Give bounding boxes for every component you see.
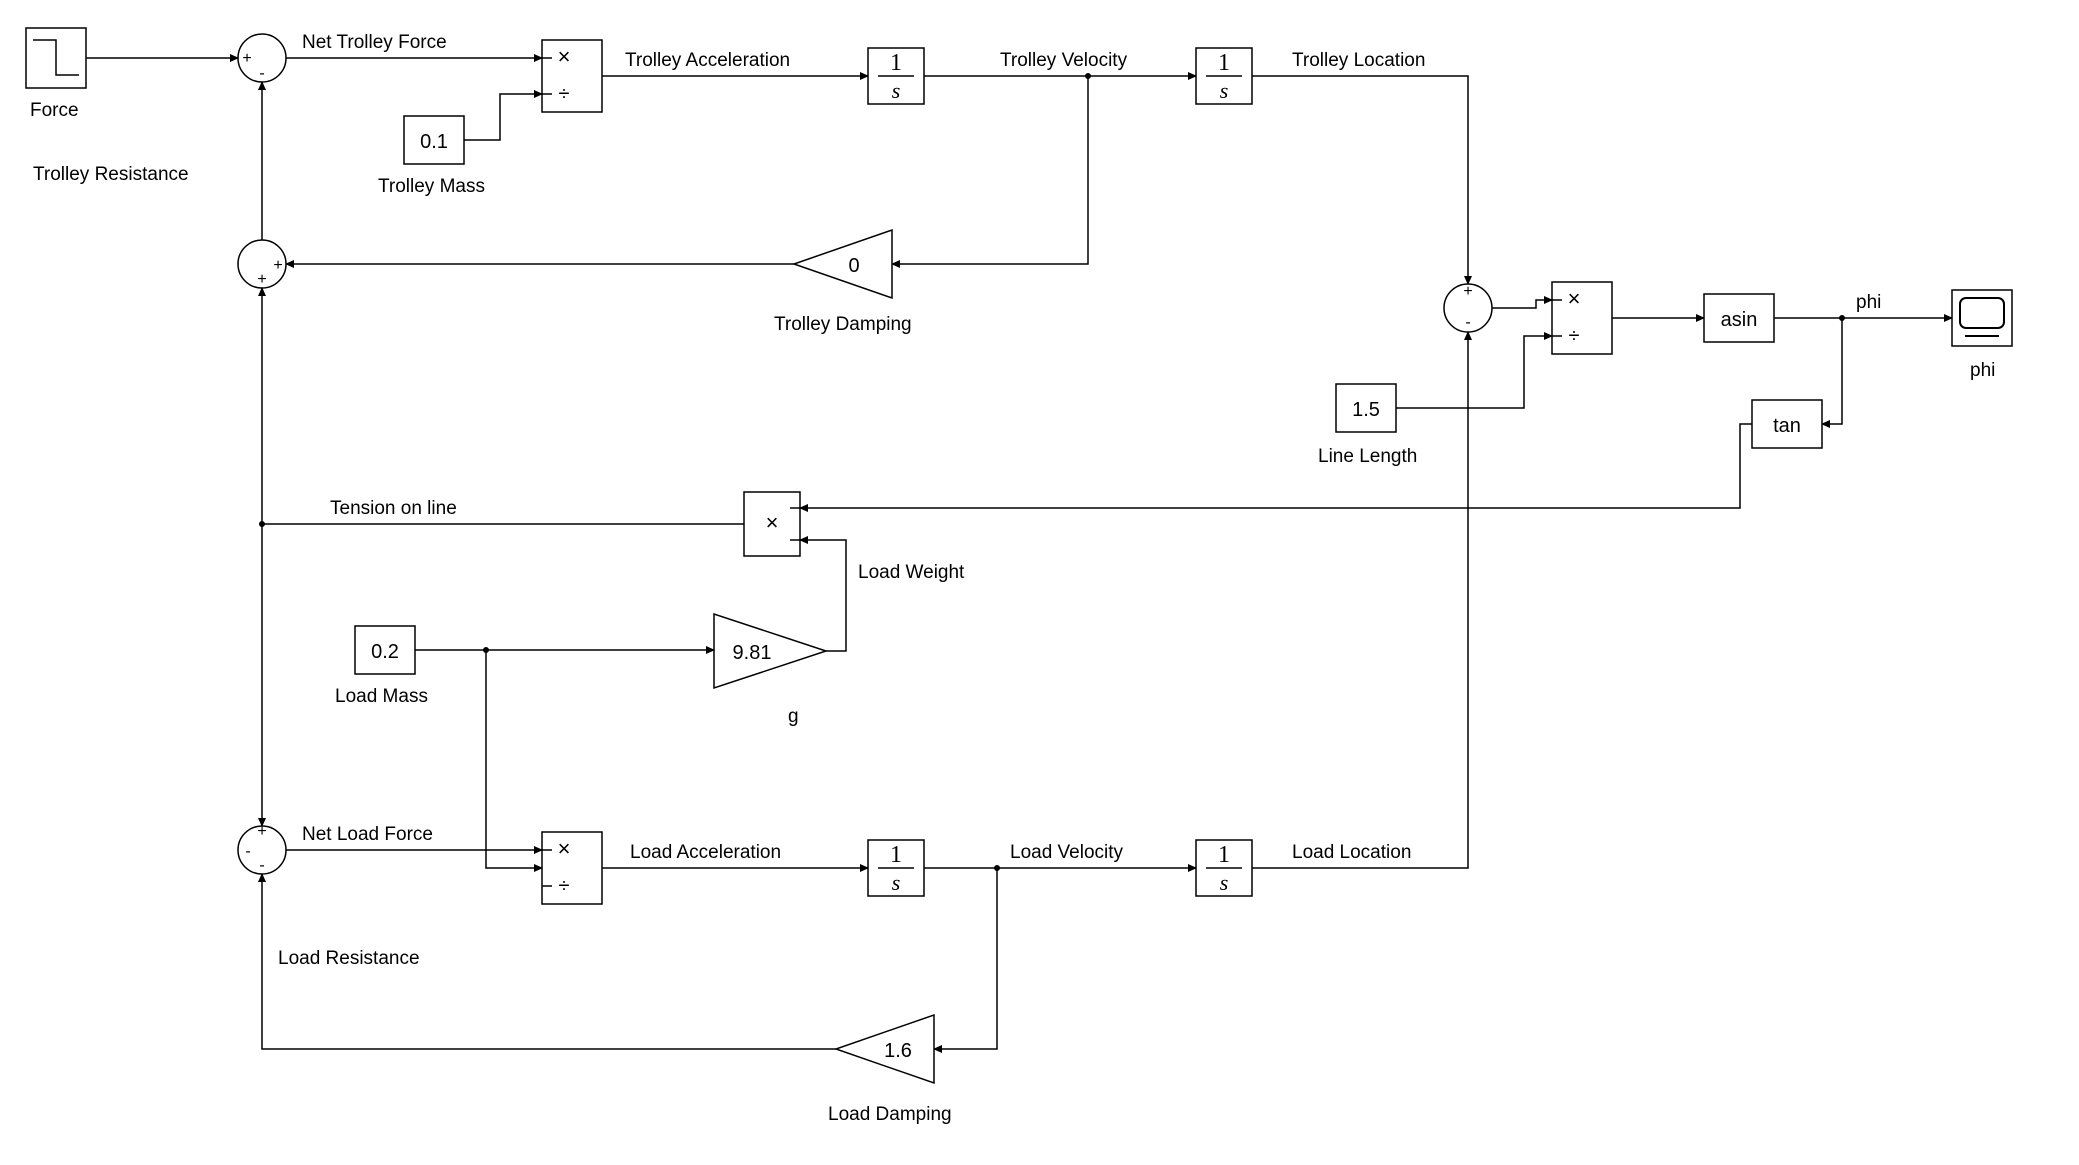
wire-phi-to-tan <box>1822 318 1842 424</box>
tan-text: tan <box>1773 415 1801 437</box>
divide-icon-3: ÷ <box>1569 325 1580 347</box>
line-length-label: Line Length <box>1318 446 1417 467</box>
wire-tan-to-product <box>800 424 1752 508</box>
trolley-mass-label: Trolley Mass <box>378 176 485 197</box>
wire-trolley-mass <box>464 94 542 140</box>
tension-label: Tension on line <box>330 498 457 519</box>
trolley-damping-label: Trolley Damping <box>774 314 912 335</box>
load-damping-block[interactable]: 1.6 <box>836 1015 934 1083</box>
sum3-bot: - <box>259 857 264 874</box>
tan-block[interactable]: tan <box>1752 400 1822 448</box>
wire-line-length <box>1396 336 1552 408</box>
g-value: 9.81 <box>733 642 772 664</box>
load-mass-block[interactable]: 0.2 <box>355 626 415 674</box>
load-loc-label: Load Location <box>1292 842 1411 863</box>
times-icon: × <box>558 44 571 69</box>
trolley-loc-label: Trolley Location <box>1292 50 1425 71</box>
phi-scope-label: phi <box>1970 360 1995 381</box>
wire-trolley-loc <box>1252 76 1468 284</box>
wire-loadmass-down <box>486 650 542 868</box>
wire-diff-to-div <box>1492 300 1552 308</box>
int3-den: s <box>892 870 901 895</box>
asin-block[interactable]: asin <box>1704 294 1774 342</box>
int4-den: s <box>1220 870 1229 895</box>
sum2-plus1-icon: + <box>273 257 282 274</box>
load-damping-label: Load Damping <box>828 1104 952 1125</box>
trolley-mass-value: 0.1 <box>420 131 448 153</box>
sum4-bot: - <box>1465 314 1470 331</box>
force-source-block[interactable] <box>26 28 86 88</box>
sum1-plus-icon: + <box>242 50 251 67</box>
load-vel-label: Load Velocity <box>1010 842 1124 863</box>
load-resist-label: Load Resistance <box>278 948 420 969</box>
int2-num: 1 <box>1218 50 1230 76</box>
integrator-load-loc[interactable]: 1 s <box>1196 840 1252 896</box>
g-label: g <box>788 706 799 727</box>
force-label: Force <box>30 100 79 121</box>
phi-scope-block[interactable] <box>1952 290 2012 346</box>
load-accel-label: Load Acceleration <box>630 842 781 863</box>
divide-trolley[interactable]: × ÷ <box>542 40 602 112</box>
trolley-mass-block[interactable]: 0.1 <box>404 116 464 164</box>
trolley-damping-block[interactable]: 0 <box>794 230 892 298</box>
divide-load[interactable]: × ÷ <box>542 832 602 904</box>
divide-icon: ÷ <box>559 83 570 105</box>
sum-trolley[interactable]: + - <box>238 34 286 82</box>
net-load-force-label: Net Load Force <box>302 824 433 845</box>
product-tension[interactable]: × <box>744 492 800 556</box>
divide-phi[interactable]: × ÷ <box>1552 282 1612 354</box>
load-damping-value: 1.6 <box>884 1040 912 1062</box>
integrator-load-vel[interactable]: 1 s <box>868 840 924 896</box>
trolley-resist-label: Trolley Resistance <box>33 164 189 185</box>
divide-icon-2: ÷ <box>559 875 570 897</box>
int1-den: s <box>892 78 901 103</box>
integrator-trolley-vel[interactable]: 1 s <box>868 48 924 104</box>
load-mass-label: Load Mass <box>335 686 428 707</box>
line-length-value: 1.5 <box>1352 399 1380 421</box>
sum-location-diff[interactable]: + - <box>1444 283 1492 332</box>
sum3-left: - <box>245 843 250 860</box>
wire-loadvel-to-damp <box>934 868 997 1049</box>
g-gain-block[interactable]: 9.81 <box>714 614 826 688</box>
sum2-plus2-icon: + <box>257 271 266 288</box>
times-icon-4: × <box>1568 286 1581 311</box>
integrator-trolley-loc[interactable]: 1 s <box>1196 48 1252 104</box>
int2-den: s <box>1220 78 1229 103</box>
int1-num: 1 <box>890 50 902 76</box>
trolley-damping-value: 0 <box>848 255 859 277</box>
times-icon-2: × <box>766 510 779 535</box>
line-length-block[interactable]: 1.5 <box>1336 384 1396 432</box>
load-weight-label: Load Weight <box>858 562 965 583</box>
times-icon-3: × <box>558 836 571 861</box>
int3-num: 1 <box>890 842 902 868</box>
load-mass-value: 0.2 <box>371 641 399 663</box>
net-trolley-force-label: Net Trolley Force <box>302 32 447 53</box>
sum-load[interactable]: + - - <box>238 823 286 874</box>
int4-num: 1 <box>1218 842 1230 868</box>
asin-text: asin <box>1721 309 1758 331</box>
trolley-accel-label: Trolley Acceleration <box>625 50 790 71</box>
sum1-minus-icon: - <box>259 65 264 82</box>
phi-signal-label: phi <box>1856 292 1881 313</box>
wire-load-weight <box>800 540 846 651</box>
trolley-vel-label: Trolley Velocity <box>1000 50 1128 71</box>
sum-trolley-resist[interactable]: + + <box>238 240 286 288</box>
sum4-top: + <box>1463 283 1472 300</box>
